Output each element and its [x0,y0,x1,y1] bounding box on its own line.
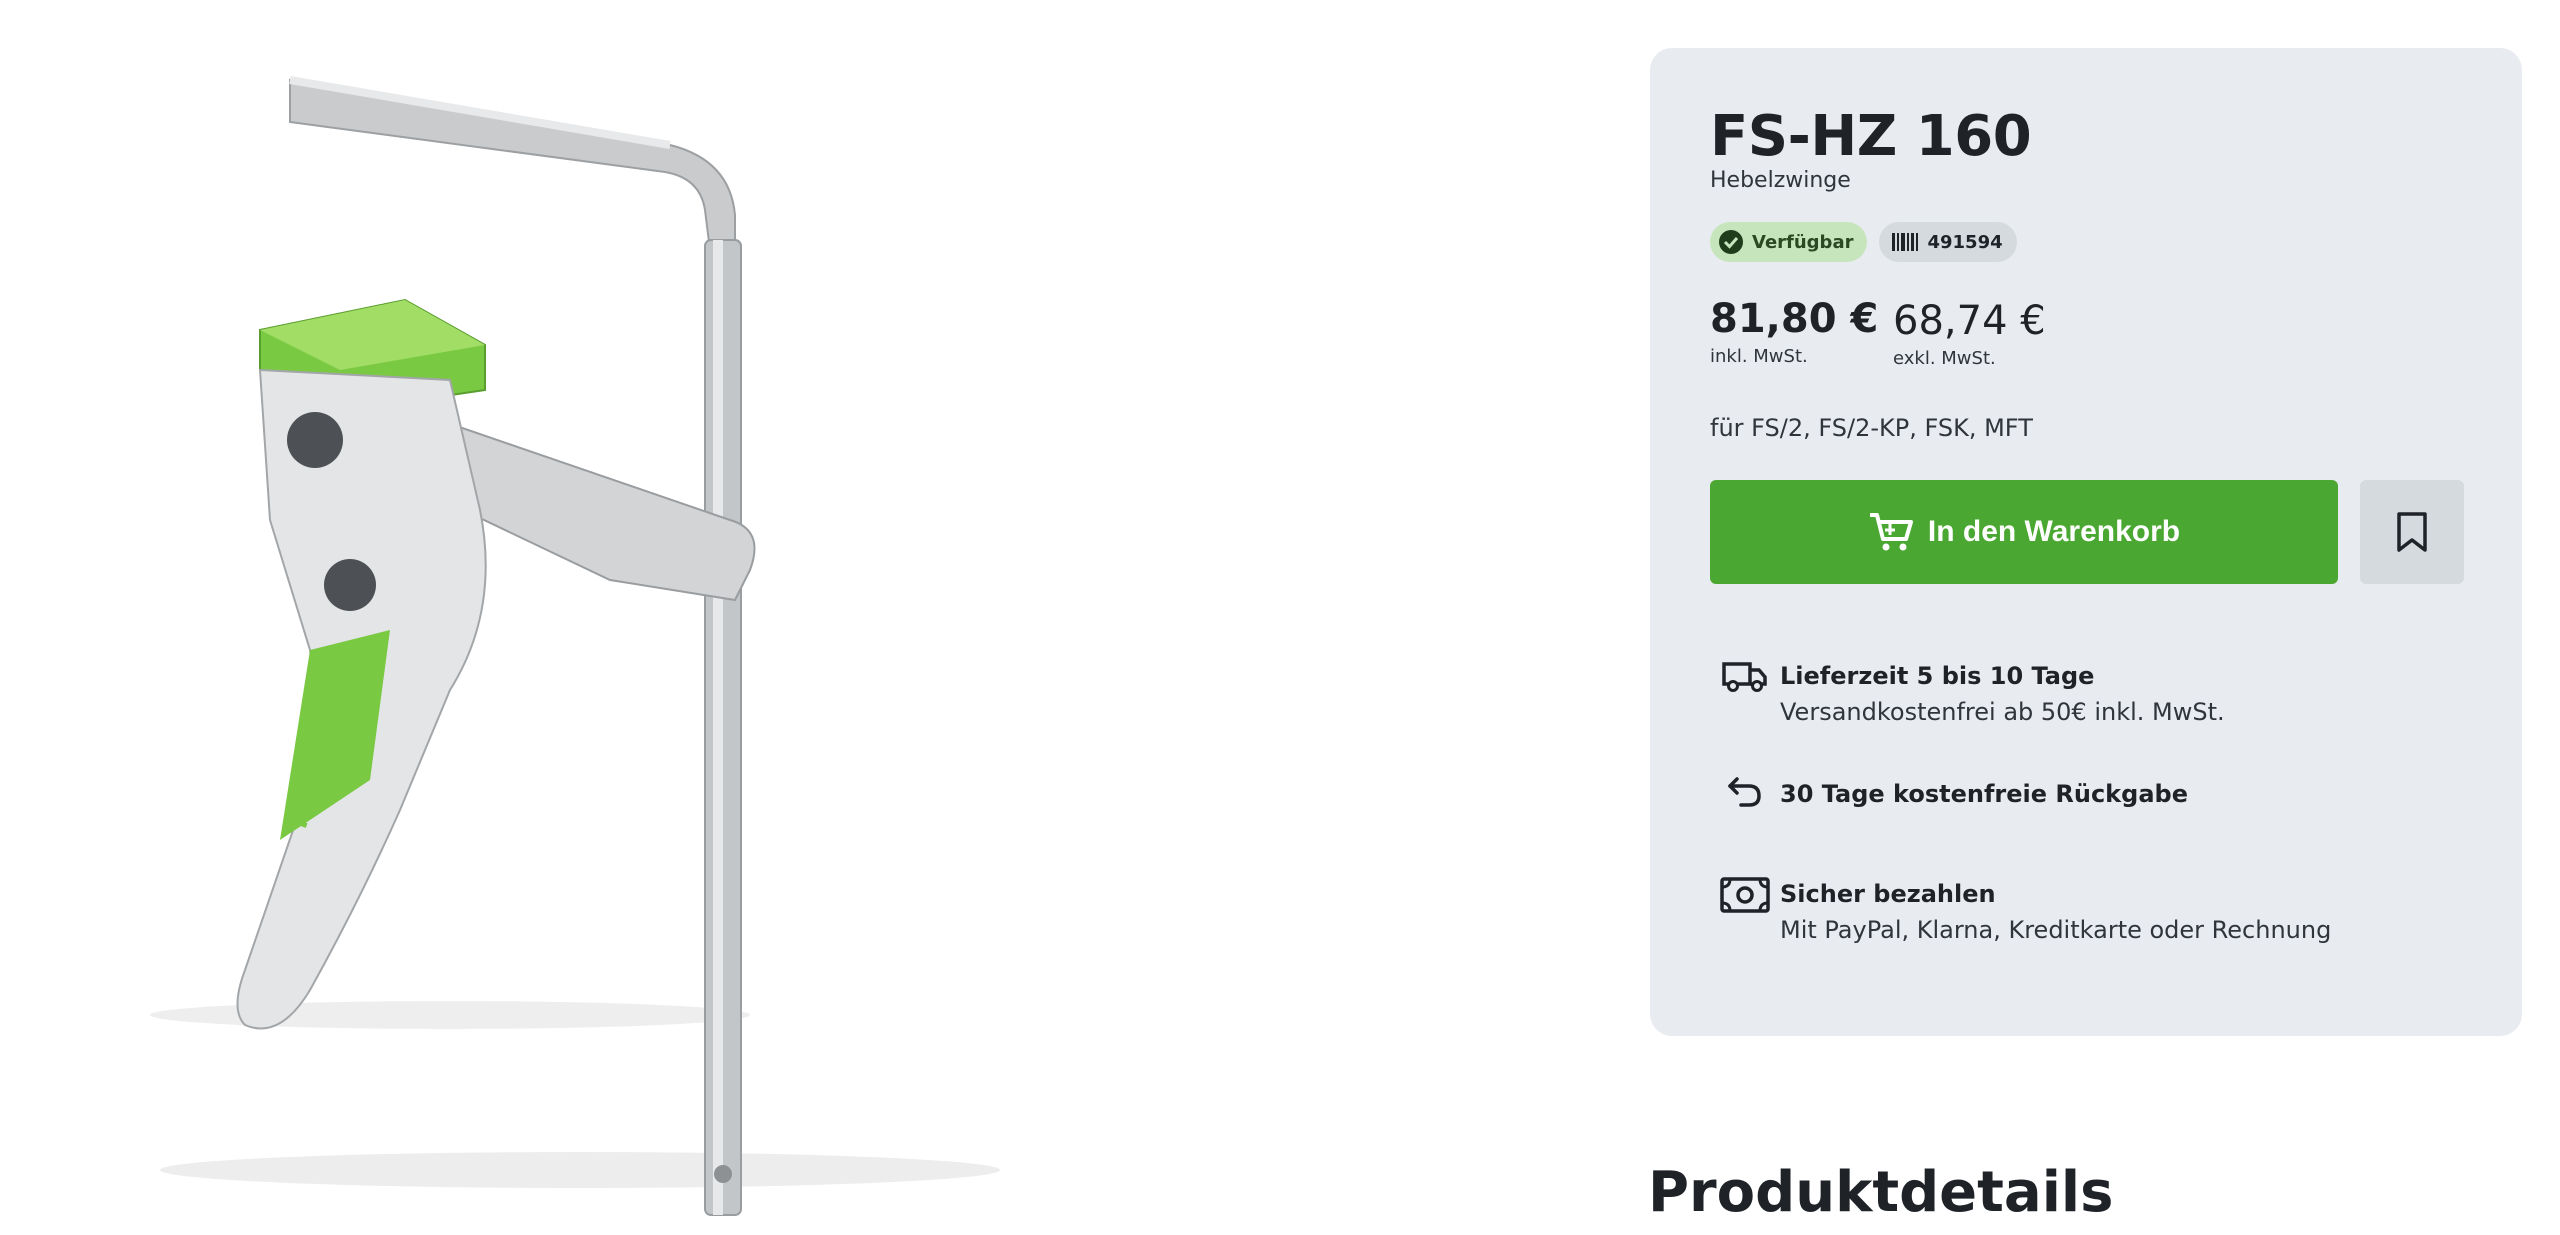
product-subtitle: Hebelzwinge [1710,168,1851,193]
price-net-value: 68,74 € [1893,298,2046,344]
cart-icon [1869,513,1913,551]
price-net-note: exkl. MwSt. [1893,348,1996,369]
article-number-badge: 491594 [1879,222,2017,262]
check-circle-icon [1719,230,1743,254]
payment-info: Sicher bezahlen Mit PayPal, Klarna, Kred… [1710,876,2331,948]
payment-title: Sicher bezahlen [1780,880,1996,908]
product-image: FESTOOL [150,50,1250,1231]
product-title: FS-HZ 160 [1710,104,2032,169]
badge-row: Verfügbar 491594 [1710,222,2017,262]
delivery-title: Lieferzeit 5 bis 10 Tage [1780,662,2095,690]
clamp-illustration: FESTOOL [150,76,1000,1216]
availability-badge: Verfügbar [1710,222,1868,262]
product-details-heading: Produktdetails [1648,1160,2114,1225]
price-gross-note: inkl. MwSt. [1710,346,1808,367]
delivery-subtitle: Versandkostenfrei ab 50€ inkl. MwSt. [1780,698,2225,726]
truck-icon [1710,658,1780,694]
return-info: 30 Tage kostenfreie Rückgabe [1710,776,2188,812]
compatibility-text: für FS/2, FS/2-KP, FSK, MFT [1710,414,2033,442]
bookmark-icon [2397,512,2427,552]
payment-subtitle: Mit PayPal, Klarna, Kreditkarte oder Rec… [1780,916,2332,944]
price-gross: 81,80 € inkl. MwSt. [1710,296,1878,367]
money-icon [1710,876,1780,914]
add-to-cart-button[interactable]: In den Warenkorb [1710,480,2338,584]
price-gross-value: 81,80 € [1710,296,1879,342]
availability-text: Verfügbar [1752,231,1854,253]
barcode-icon [1892,233,1919,251]
return-arrow-icon [1710,776,1780,808]
return-title: 30 Tage kostenfreie Rückgabe [1780,780,2188,808]
add-to-cart-label: In den Warenkorb [1927,515,2181,548]
product-info-panel: FS-HZ 160 Hebelzwinge Verfügbar 491594 8… [1650,48,2522,1036]
price-net: 68,74 € exkl. MwSt. [1893,298,2046,369]
bookmark-button[interactable] [2360,480,2464,584]
delivery-info: Lieferzeit 5 bis 10 Tage Versandkostenfr… [1710,658,2225,730]
article-number: 491594 [1927,231,2003,253]
